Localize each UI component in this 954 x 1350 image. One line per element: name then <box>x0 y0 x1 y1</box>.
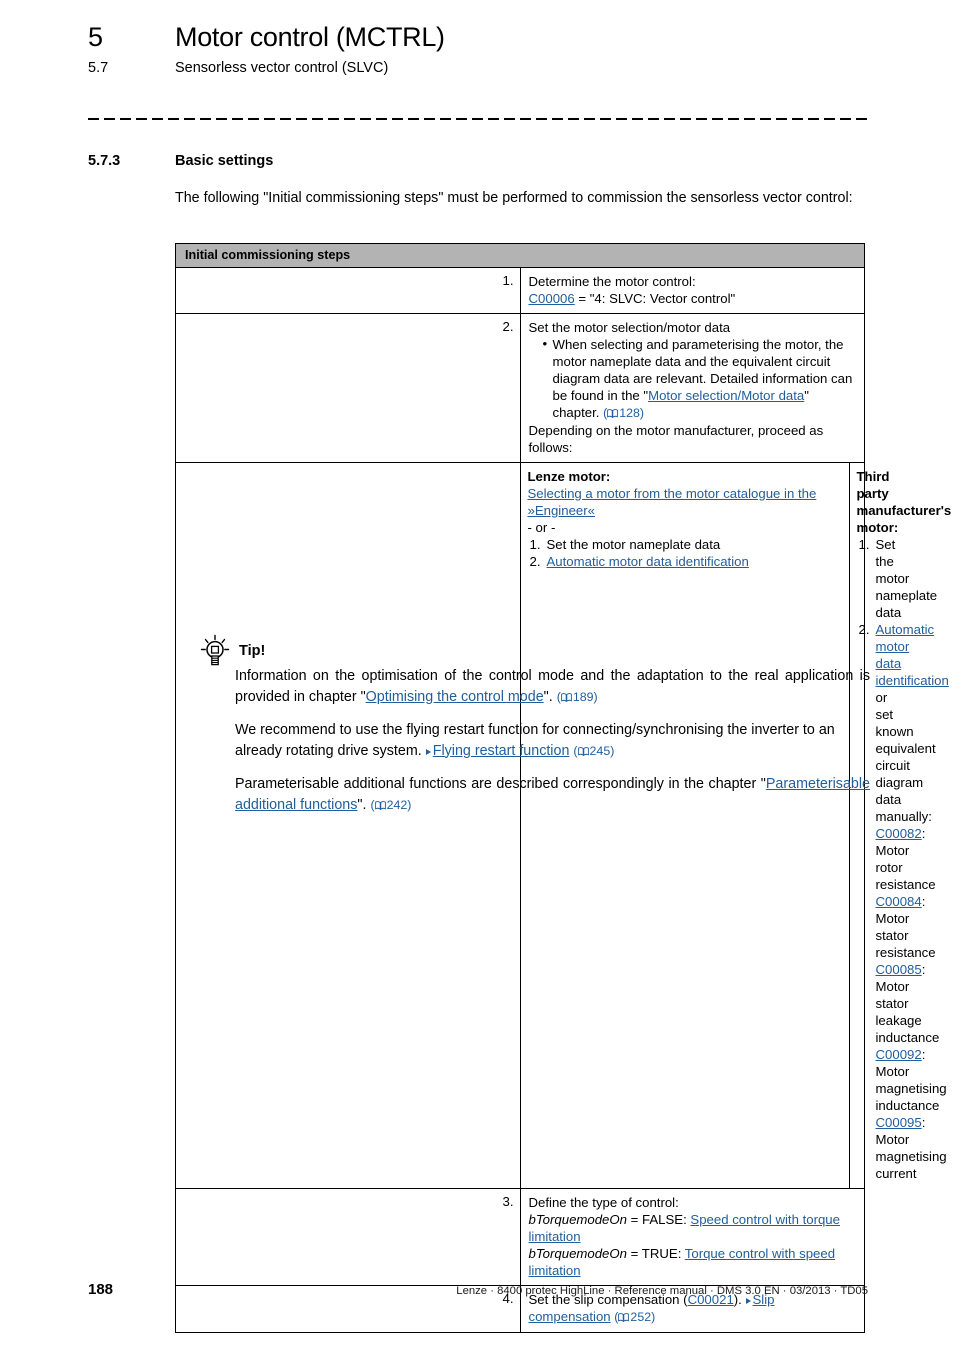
step1-value: = "4: SLVC: Vector control" <box>574 291 736 306</box>
motor-manufacturer-subtable: Lenze motor: Selecting a motor from the … <box>520 462 952 1189</box>
tip-block: Tip! Information on the optimisation of … <box>195 634 875 815</box>
page-reference-number: 242 <box>386 797 408 812</box>
tip-body: Information on the optimisation of the c… <box>235 666 870 815</box>
step1-line2: C00006 = "4: SLVC: Vector control" <box>529 290 859 307</box>
step-number: 1. <box>176 267 521 314</box>
tip-paragraph-1: Information on the optimisation of the c… <box>235 666 870 707</box>
link-c00006[interactable]: C00006 <box>529 291 575 306</box>
step3-false-line: bTorquemodeOn = FALSE: Speed control wit… <box>529 1211 859 1245</box>
motor-manufacturer-subtable-row: Lenze motor: Selecting a motor from the … <box>176 462 952 1189</box>
tip-p3-pre: Parameterisable additional functions are… <box>235 776 766 792</box>
header-section-title: Sensorless vector control (SLVC) <box>175 60 389 76</box>
link-flying-restart-function[interactable]: Flying restart function <box>433 743 570 759</box>
step-content: Determine the motor control: C00006 = "4… <box>520 268 864 314</box>
header-divider <box>88 118 868 120</box>
variable-name: bTorquemodeOn <box>528 1246 628 1261</box>
step-content: Set the motor selection/motor data When … <box>520 313 864 463</box>
section-heading: 5.7.3 Basic settings <box>88 153 878 169</box>
lenze-motor-steps: Set the motor nameplate data Automatic m… <box>528 536 842 570</box>
footer-text: Lenze · 8400 protec HighLine · Reference… <box>456 1285 868 1297</box>
document-page: 5 Motor control (MCTRL) 5.7 Sensorless v… <box>0 0 954 1350</box>
link-c00084[interactable]: C00084 <box>876 894 922 909</box>
chapter-number: 5 <box>88 22 103 52</box>
footer-page-number: 188 <box>88 1281 114 1298</box>
step3-true-line: bTorquemodeOn = TRUE: Torque control wit… <box>529 1245 859 1279</box>
page-reference[interactable]: (242) <box>370 798 411 812</box>
page-reference[interactable]: (128) <box>603 406 644 420</box>
third-party-heading: Third party manufacturer's motor: <box>856 469 952 535</box>
link-automatic-motor-data-identification[interactable]: Automatic motor data identification <box>547 554 749 569</box>
tip-p3-post: ". <box>357 796 371 813</box>
step2-line-after: Depending on the motor manufacturer, pro… <box>528 423 824 455</box>
book-icon <box>374 796 386 810</box>
page-reference-number: 189 <box>572 689 594 704</box>
lenze-motor-link-wrap: Selecting a motor from the motor catalog… <box>528 485 842 519</box>
table-row: 3. Define the type of control: bTorquemo… <box>176 1188 864 1286</box>
tip-paragraph-2: We recommend to use the flying restart f… <box>235 720 870 761</box>
list-item: Set the motor nameplate data <box>530 536 721 553</box>
step2-bullet-list: When selecting and parameterising the mo… <box>529 335 859 422</box>
book-icon <box>618 1310 630 1323</box>
table-header-label: Initial commissioning steps <box>176 244 864 268</box>
page-reference-number: 245 <box>589 743 611 758</box>
page-title: Basic settings <box>175 153 274 169</box>
chapter-title: Motor control (MCTRL) <box>175 22 445 52</box>
page-header: 5 Motor control (MCTRL) 5.7 Sensorless v… <box>88 22 868 76</box>
page-reference[interactable]: (252) <box>614 1310 655 1324</box>
triangle-bullet-icon <box>745 1298 751 1304</box>
lenze-motor-or: - or - <box>527 520 556 535</box>
tip-label: Tip! <box>239 643 266 659</box>
lenze-motor-cell: Lenze motor: Selecting a motor from the … <box>520 463 850 1188</box>
book-icon <box>577 742 589 756</box>
header-chapter-row: 5 Motor control (MCTRL) <box>88 22 868 53</box>
link-c00095[interactable]: C00095 <box>876 1115 922 1130</box>
header-section-row: 5.7 Sensorless vector control (SLVC) <box>88 60 868 76</box>
table-row: 2. Set the motor selection/motor data Wh… <box>176 313 864 463</box>
page-reference[interactable]: (189) <box>557 690 598 704</box>
tip-header: Tip! <box>195 634 875 668</box>
list-item: When selecting and parameterising the mo… <box>543 335 859 422</box>
third-party-item2-post: or set known equivalent circuit diagram … <box>875 690 936 824</box>
book-icon <box>607 406 619 419</box>
link-c00082[interactable]: C00082 <box>876 826 922 841</box>
step1-line1: Determine the motor control: <box>528 274 696 289</box>
step3-false-eq: = FALSE: <box>627 1212 691 1227</box>
table-header-row: Initial commissioning steps <box>176 244 864 268</box>
tip-paragraph-3: Parameterisable additional functions are… <box>235 774 870 815</box>
step3-true-eq: = TRUE: <box>627 1246 685 1261</box>
intro-paragraph: The following "Initial commissioning ste… <box>175 190 853 206</box>
triangle-bullet-icon <box>425 748 431 755</box>
step-number: 3. <box>176 1188 521 1286</box>
lenze-motor-heading: Lenze motor: <box>527 469 611 484</box>
variable-name: bTorquemodeOn <box>528 1212 628 1227</box>
page-reference[interactable]: (245) <box>573 744 614 758</box>
link-automatic-motor-data-identification[interactable]: Automatic motor data identification <box>876 622 949 688</box>
step2-line1: Set the motor selection/motor data <box>528 320 731 335</box>
link-c00092[interactable]: C00092 <box>876 1047 922 1062</box>
subtable-row: Lenze motor: Selecting a motor from the … <box>520 463 952 1188</box>
list-item: Automatic motor data identification <box>528 553 842 570</box>
step-number: 2. <box>176 313 521 463</box>
link-selecting-motor-from-catalogue[interactable]: Selecting a motor from the motor catalog… <box>528 486 817 518</box>
step-content: Define the type of control: bTorquemodeO… <box>520 1188 864 1286</box>
third-party-steps: Set the motor nameplate data Automatic m… <box>857 536 949 1182</box>
step-number-spacer <box>176 462 521 1189</box>
link-motor-selection-motor-data[interactable]: Motor selection/Motor data <box>648 388 804 403</box>
link-c00085[interactable]: C00085 <box>876 962 922 977</box>
page-reference-number: 128 <box>619 406 640 420</box>
book-icon <box>560 688 572 702</box>
page-reference-number: 252 <box>630 1310 652 1324</box>
third-party-motor-cell: Third party manufacturer's motor: Set th… <box>849 463 952 1188</box>
lightbulb-icon <box>195 634 235 668</box>
tip-p1-post: ". <box>543 688 557 705</box>
link-optimising-the-control-mode[interactable]: Optimising the control mode <box>366 689 544 705</box>
list-item: Set the motor nameplate data <box>859 536 938 620</box>
table-row: 1. Determine the motor control: C00006 =… <box>176 267 864 314</box>
header-section-number: 5.7 <box>88 60 109 76</box>
section-number: 5.7.3 <box>88 153 121 169</box>
step3-line1: Define the type of control: <box>528 1195 679 1210</box>
